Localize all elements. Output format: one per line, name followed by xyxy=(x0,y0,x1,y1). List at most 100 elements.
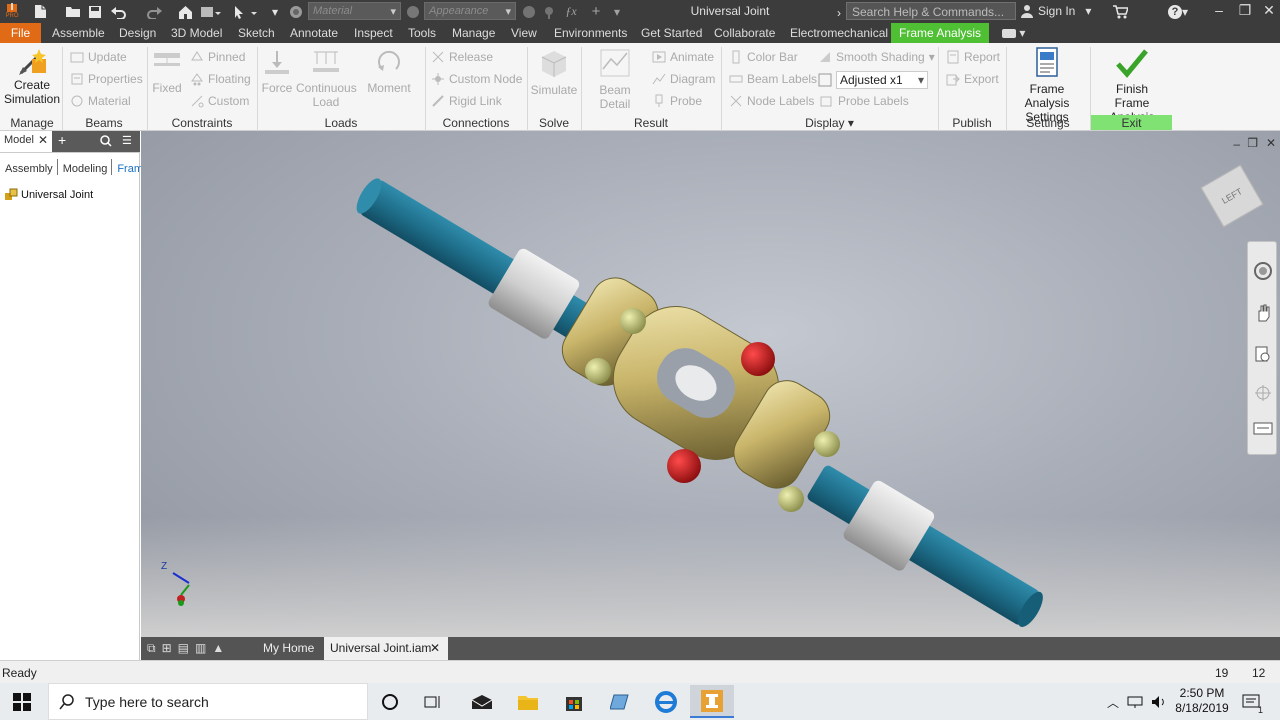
viewport-restore-button[interactable]: ❐ xyxy=(1247,136,1258,150)
create-simulation-button[interactable]: Create Simulation xyxy=(4,47,60,106)
tab-inspect[interactable]: Inspect xyxy=(354,23,393,43)
browser-tab-model[interactable]: Model xyxy=(4,134,34,146)
simulate-button[interactable]: Simulate xyxy=(530,47,578,97)
panel-label-display[interactable]: Display ▾ xyxy=(721,116,938,130)
tab-file[interactable]: File xyxy=(0,23,41,43)
select-icon[interactable] xyxy=(231,3,261,20)
browser-tab-assembly[interactable]: Assembly xyxy=(0,159,58,175)
rigid-link-button[interactable]: Rigid Link xyxy=(431,94,502,108)
tab-annotate[interactable]: Annotate xyxy=(290,23,338,43)
clear-appearance-icon[interactable] xyxy=(520,3,538,20)
system-clock[interactable]: 2:50 PM 8/18/2019 xyxy=(1170,686,1234,716)
mail-icon[interactable] xyxy=(464,687,500,717)
tab-environments[interactable]: Environments xyxy=(554,23,627,43)
graphics-viewport[interactable]: – ❐ ✕ LEFT Z xyxy=(141,131,1280,637)
tab-manage[interactable]: Manage xyxy=(452,23,495,43)
volume-icon[interactable] xyxy=(1148,687,1170,717)
floating-button[interactable]: Floating xyxy=(190,72,251,86)
steering-wheel-icon[interactable] xyxy=(1254,262,1272,283)
maximize-button[interactable]: ❐ xyxy=(1232,2,1258,20)
probe-button[interactable]: Probe xyxy=(652,94,702,108)
color-wheel-icon[interactable] xyxy=(287,3,305,20)
more-icon[interactable]: ▾ xyxy=(610,3,624,20)
pan-icon[interactable] xyxy=(1254,304,1272,325)
adjust-icon[interactable] xyxy=(542,3,556,20)
node-labels-button[interactable]: Node Labels xyxy=(729,94,814,108)
arrange-up-icon[interactable]: ▲ xyxy=(212,641,224,656)
browser-menu-icon[interactable]: ☰ xyxy=(122,134,132,147)
material-button[interactable]: Material xyxy=(70,94,131,108)
tile-horizontal-icon[interactable]: ▤ xyxy=(178,641,189,656)
close-browser-icon[interactable]: ✕ xyxy=(38,133,48,147)
frame-analysis-settings-button[interactable]: Frame Analysis Settings xyxy=(1008,47,1086,124)
beam-labels-button[interactable]: Beam Labels xyxy=(729,72,817,86)
zoom-icon[interactable] xyxy=(1254,346,1272,367)
home-icon[interactable] xyxy=(176,3,194,20)
release-button[interactable]: Release xyxy=(431,50,493,64)
fixed-button[interactable]: Fixed xyxy=(150,49,184,95)
viewport-close-button[interactable]: ✕ xyxy=(1266,136,1276,150)
show-hidden-icons[interactable]: ︿ xyxy=(1100,687,1126,717)
save-icon[interactable] xyxy=(85,3,105,20)
tab-assemble[interactable]: Assemble xyxy=(52,23,105,43)
viewport-minimize-button[interactable]: – xyxy=(1233,137,1240,151)
orbit-icon[interactable] xyxy=(1254,384,1272,405)
properties-button[interactable]: Properties xyxy=(70,72,143,86)
tab-my-home[interactable]: My Home xyxy=(257,637,320,660)
store-icon[interactable] xyxy=(556,687,592,717)
tab-universal-joint[interactable]: Universal Joint.iam ✕ xyxy=(324,637,448,660)
tile-vertical-icon[interactable]: ▥ xyxy=(195,641,206,656)
plus-icon[interactable]: + xyxy=(588,3,604,20)
sign-in-button[interactable]: Sign In ▾ xyxy=(1020,4,1091,18)
custom-node-button[interactable]: Custom Node xyxy=(431,72,522,86)
color-bar-button[interactable]: Color Bar xyxy=(729,50,798,64)
dropdown-icon[interactable]: ▾ xyxy=(268,3,282,20)
animate-button[interactable]: Animate xyxy=(652,50,714,64)
diagram-button[interactable]: Diagram xyxy=(652,72,715,86)
close-button[interactable]: ✕ xyxy=(1256,2,1280,20)
top-bolt[interactable] xyxy=(741,342,775,376)
search-expand-icon[interactable]: › xyxy=(834,4,844,21)
beam-detail-button[interactable]: Beam Detail xyxy=(584,47,646,111)
new-icon[interactable] xyxy=(30,3,50,20)
notifications-icon[interactable]: 1 xyxy=(1236,687,1266,717)
open-icon[interactable] xyxy=(63,3,83,20)
tab-sketch[interactable]: Sketch xyxy=(238,23,275,43)
custom-constraint-button[interactable]: Custom xyxy=(190,94,249,108)
close-tab-icon[interactable]: ✕ xyxy=(430,637,440,660)
smooth-shading-button[interactable]: Smooth Shading ▾ xyxy=(818,50,935,64)
taskbar-search-input[interactable]: Type here to search xyxy=(48,683,368,720)
update-icon[interactable] xyxy=(198,3,224,20)
ribbon-options-icon[interactable]: ▾ xyxy=(1002,23,1025,43)
help-icon[interactable]: ? ▾ xyxy=(1163,3,1193,20)
tab-design[interactable]: Design xyxy=(119,23,156,43)
export-button[interactable]: Export xyxy=(946,72,999,86)
update-button[interactable]: Update xyxy=(70,50,127,64)
redo-icon[interactable] xyxy=(145,3,165,20)
windows-start-icon[interactable] xyxy=(4,687,40,717)
tab-view[interactable]: View xyxy=(511,23,537,43)
report-button[interactable]: Report xyxy=(946,50,1000,64)
tile-icon[interactable]: ⊞ xyxy=(162,641,172,656)
help-search-input[interactable]: Search Help & Commands... xyxy=(846,2,1016,20)
cortana-icon[interactable] xyxy=(372,687,408,717)
adjusted-scale-control[interactable]: Adjusted x1 ▾ xyxy=(818,71,928,89)
edge-icon[interactable] xyxy=(648,687,684,717)
network-icon[interactable] xyxy=(1124,687,1146,717)
look-at-icon[interactable] xyxy=(1253,420,1273,439)
force-button[interactable]: Force xyxy=(261,49,293,95)
material-select[interactable]: Material ▾ xyxy=(308,2,401,20)
tab-tools[interactable]: Tools xyxy=(408,23,436,43)
tab-get-started[interactable]: Get Started xyxy=(641,23,702,43)
cart-icon[interactable] xyxy=(1110,3,1130,20)
task-view-icon[interactable] xyxy=(416,687,452,717)
appearance-select[interactable]: Appearance ▾ xyxy=(424,2,516,20)
app-icon[interactable] xyxy=(602,687,638,717)
add-panel-icon[interactable]: + xyxy=(58,132,66,148)
browser-tab-modeling[interactable]: Modeling xyxy=(58,159,113,175)
tab-electromechanical[interactable]: Electromechanical xyxy=(790,23,888,43)
tree-root-item[interactable]: Universal Joint xyxy=(4,188,93,202)
tab-3d-model[interactable]: 3D Model xyxy=(171,23,222,43)
fx-icon[interactable]: ƒx xyxy=(563,3,579,20)
pinned-button[interactable]: Pinned xyxy=(190,50,245,64)
